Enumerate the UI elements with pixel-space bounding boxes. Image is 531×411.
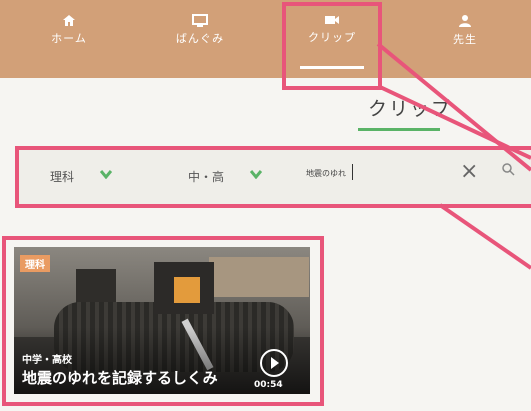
callout-clip-card	[2, 236, 324, 406]
callout-clip-tab	[282, 2, 382, 90]
callout-filter-bar	[15, 146, 531, 208]
